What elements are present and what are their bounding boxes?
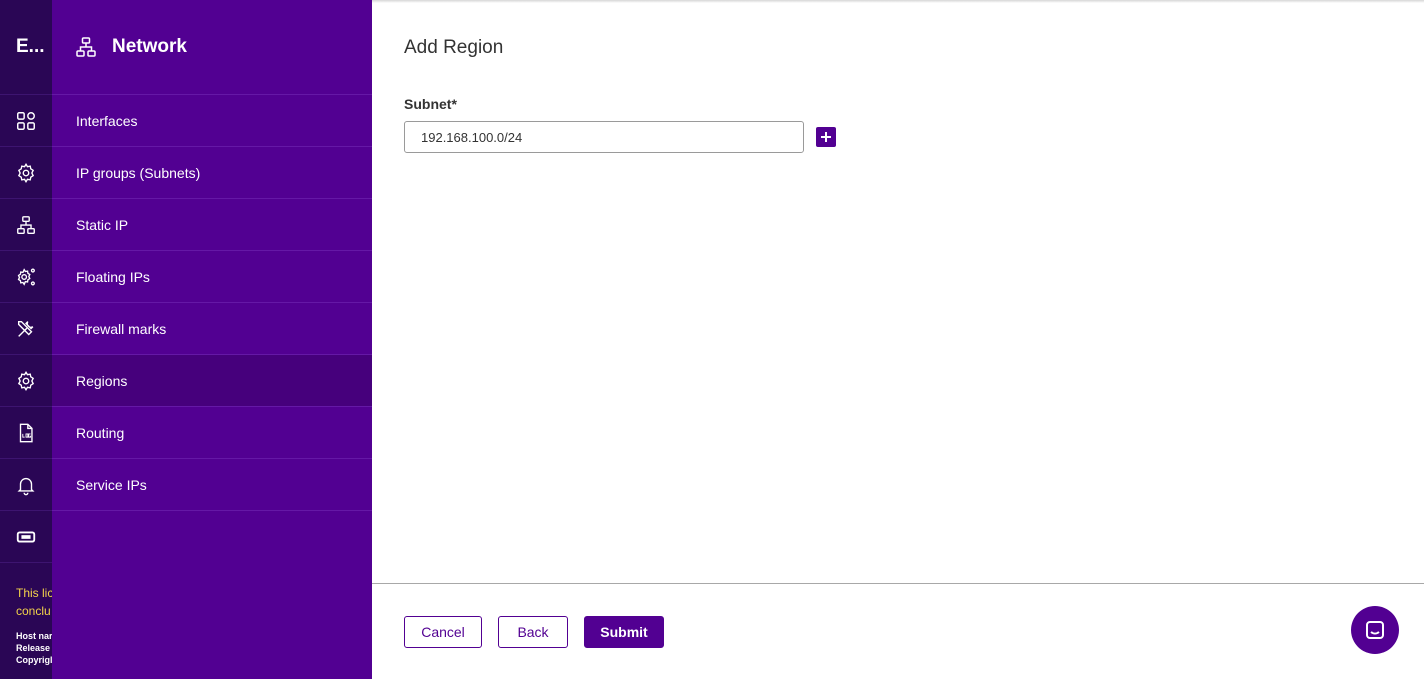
add-subnet-button[interactable] [816, 127, 836, 147]
rail-item-settings[interactable] [0, 251, 52, 303]
rail-item-logs[interactable] [0, 407, 52, 459]
tools-icon [17, 320, 34, 337]
back-button[interactable]: Back [498, 616, 568, 648]
subnet-label: Subnet* [404, 96, 457, 112]
nav-item-static-ip[interactable]: Static IP [52, 199, 372, 251]
cog-network-icon [17, 162, 35, 183]
ticket-icon [16, 531, 36, 542]
rail-item-system[interactable] [0, 147, 52, 199]
plus-icon [821, 132, 831, 142]
license-footer: This lic conclu Host nar Release Copyrig… [16, 584, 52, 666]
main-content: Add Region Subnet* Cancel Back Submit [372, 0, 1424, 679]
icon-rail: E... This lic conclu Host nar Release Co… [0, 0, 52, 679]
rail-item-network[interactable] [0, 199, 52, 251]
settings-sliders-icon [17, 267, 35, 286]
log-file-icon [19, 423, 33, 442]
rail-item-tools[interactable] [0, 303, 52, 355]
panel-title: Network [112, 36, 187, 57]
copyright-label: Copyrigl [16, 655, 52, 665]
release-label: Release [16, 643, 51, 653]
rail-item-notifications[interactable] [0, 459, 52, 511]
nav-item-floating-ips[interactable]: Floating IPs [52, 251, 372, 303]
rail-item-licenses[interactable] [0, 511, 52, 563]
network-icon [17, 215, 35, 234]
nav-item-service-ips[interactable]: Service IPs [52, 459, 372, 511]
footer-divider [372, 583, 1424, 584]
license-warning-line2: conclu [16, 604, 51, 618]
nav-item-regions[interactable]: Regions [52, 355, 372, 407]
page-title: Add Region [404, 37, 504, 58]
submit-button[interactable]: Submit [584, 616, 664, 648]
subnet-input[interactable] [404, 121, 804, 153]
gear-icon [17, 370, 35, 391]
dashboard-grid-icon [17, 111, 35, 130]
cancel-button[interactable]: Cancel [404, 616, 482, 648]
top-shadow [372, 0, 1424, 3]
panel-header: Network [52, 0, 372, 95]
network-icon [76, 37, 96, 57]
nav-item-routing[interactable]: Routing [52, 407, 372, 459]
section-panel: Network Interfaces IP groups (Subnets) S… [52, 0, 372, 679]
nav-item-firewall-marks[interactable]: Firewall marks [52, 303, 372, 355]
rail-item-configuration[interactable] [0, 355, 52, 407]
nav-item-ip-groups[interactable]: IP groups (Subnets) [52, 147, 372, 199]
nav-item-interfaces[interactable]: Interfaces [52, 95, 372, 147]
license-warning-line1: This lic [16, 586, 52, 600]
rail-item-dashboard[interactable] [0, 95, 52, 147]
bell-icon [17, 477, 35, 495]
host-name-label: Host nar [16, 631, 52, 641]
brand-logo[interactable]: E... [0, 0, 52, 95]
chat-button[interactable] [1351, 606, 1399, 654]
chat-icon [1366, 621, 1384, 639]
